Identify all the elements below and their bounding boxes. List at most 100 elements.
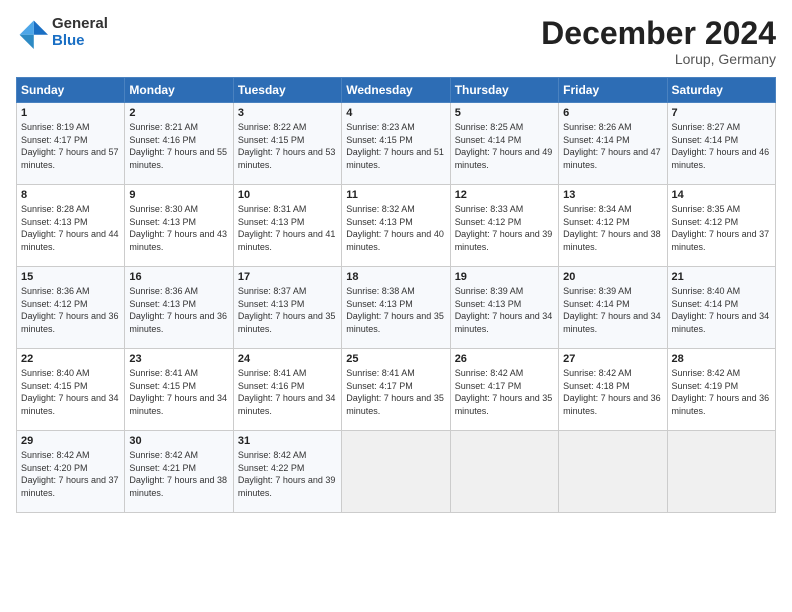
cell-info: Sunrise: 8:30 AMSunset: 4:13 PMDaylight:…: [129, 204, 227, 252]
calendar-cell: 29 Sunrise: 8:42 AMSunset: 4:20 PMDaylig…: [17, 431, 125, 513]
cell-info: Sunrise: 8:26 AMSunset: 4:14 PMDaylight:…: [563, 122, 661, 170]
title-block: December 2024 Lorup, Germany: [541, 16, 776, 67]
calendar-cell: 4 Sunrise: 8:23 AMSunset: 4:15 PMDayligh…: [342, 103, 450, 185]
day-number: 24: [238, 353, 337, 365]
cell-info: Sunrise: 8:39 AMSunset: 4:14 PMDaylight:…: [563, 286, 661, 334]
day-number: 25: [346, 353, 445, 365]
calendar-cell: [450, 431, 558, 513]
calendar-cell: 2 Sunrise: 8:21 AMSunset: 4:16 PMDayligh…: [125, 103, 233, 185]
day-number: 30: [129, 435, 228, 447]
col-sunday: Sunday: [17, 78, 125, 103]
calendar-cell: 24 Sunrise: 8:41 AMSunset: 4:16 PMDaylig…: [233, 349, 341, 431]
cell-info: Sunrise: 8:35 AMSunset: 4:12 PMDaylight:…: [672, 204, 770, 252]
cell-info: Sunrise: 8:41 AMSunset: 4:17 PMDaylight:…: [346, 368, 444, 416]
col-thursday: Thursday: [450, 78, 558, 103]
cell-info: Sunrise: 8:41 AMSunset: 4:16 PMDaylight:…: [238, 368, 336, 416]
day-number: 28: [672, 353, 771, 365]
cell-info: Sunrise: 8:19 AMSunset: 4:17 PMDaylight:…: [21, 122, 119, 170]
calendar-cell: 5 Sunrise: 8:25 AMSunset: 4:14 PMDayligh…: [450, 103, 558, 185]
logo-blue-text: Blue: [52, 33, 108, 50]
cell-info: Sunrise: 8:41 AMSunset: 4:15 PMDaylight:…: [129, 368, 227, 416]
calendar-cell: 27 Sunrise: 8:42 AMSunset: 4:18 PMDaylig…: [559, 349, 667, 431]
day-number: 20: [563, 271, 662, 283]
cell-info: Sunrise: 8:39 AMSunset: 4:13 PMDaylight:…: [455, 286, 553, 334]
day-number: 1: [21, 107, 120, 119]
calendar-body: 1 Sunrise: 8:19 AMSunset: 4:17 PMDayligh…: [17, 103, 776, 513]
col-wednesday: Wednesday: [342, 78, 450, 103]
col-friday: Friday: [559, 78, 667, 103]
calendar-cell: 13 Sunrise: 8:34 AMSunset: 4:12 PMDaylig…: [559, 185, 667, 267]
cell-info: Sunrise: 8:33 AMSunset: 4:12 PMDaylight:…: [455, 204, 553, 252]
day-number: 14: [672, 189, 771, 201]
day-number: 18: [346, 271, 445, 283]
calendar-cell: 20 Sunrise: 8:39 AMSunset: 4:14 PMDaylig…: [559, 267, 667, 349]
cell-info: Sunrise: 8:42 AMSunset: 4:22 PMDaylight:…: [238, 450, 336, 498]
month-title: December 2024: [541, 16, 776, 51]
cell-info: Sunrise: 8:21 AMSunset: 4:16 PMDaylight:…: [129, 122, 227, 170]
cell-info: Sunrise: 8:42 AMSunset: 4:20 PMDaylight:…: [21, 450, 119, 498]
calendar-cell: 11 Sunrise: 8:32 AMSunset: 4:13 PMDaylig…: [342, 185, 450, 267]
day-number: 21: [672, 271, 771, 283]
day-number: 3: [238, 107, 337, 119]
calendar-cell: 31 Sunrise: 8:42 AMSunset: 4:22 PMDaylig…: [233, 431, 341, 513]
cell-info: Sunrise: 8:28 AMSunset: 4:13 PMDaylight:…: [21, 204, 119, 252]
calendar-cell: 8 Sunrise: 8:28 AMSunset: 4:13 PMDayligh…: [17, 185, 125, 267]
col-monday: Monday: [125, 78, 233, 103]
day-number: 8: [21, 189, 120, 201]
page: General Blue December 2024 Lorup, German…: [0, 0, 792, 612]
calendar-cell: 1 Sunrise: 8:19 AMSunset: 4:17 PMDayligh…: [17, 103, 125, 185]
week-row-1: 1 Sunrise: 8:19 AMSunset: 4:17 PMDayligh…: [17, 103, 776, 185]
cell-info: Sunrise: 8:23 AMSunset: 4:15 PMDaylight:…: [346, 122, 444, 170]
calendar-cell: 23 Sunrise: 8:41 AMSunset: 4:15 PMDaylig…: [125, 349, 233, 431]
cell-info: Sunrise: 8:40 AMSunset: 4:14 PMDaylight:…: [672, 286, 770, 334]
cell-info: Sunrise: 8:34 AMSunset: 4:12 PMDaylight:…: [563, 204, 661, 252]
day-number: 16: [129, 271, 228, 283]
logo: General Blue: [16, 16, 108, 49]
calendar-header: Sunday Monday Tuesday Wednesday Thursday…: [17, 78, 776, 103]
calendar-cell: 16 Sunrise: 8:36 AMSunset: 4:13 PMDaylig…: [125, 267, 233, 349]
logo-text: General Blue: [52, 16, 108, 49]
cell-info: Sunrise: 8:37 AMSunset: 4:13 PMDaylight:…: [238, 286, 336, 334]
cell-info: Sunrise: 8:31 AMSunset: 4:13 PMDaylight:…: [238, 204, 336, 252]
calendar-cell: 28 Sunrise: 8:42 AMSunset: 4:19 PMDaylig…: [667, 349, 775, 431]
day-number: 26: [455, 353, 554, 365]
day-number: 23: [129, 353, 228, 365]
col-tuesday: Tuesday: [233, 78, 341, 103]
calendar-cell: 15 Sunrise: 8:36 AMSunset: 4:12 PMDaylig…: [17, 267, 125, 349]
col-saturday: Saturday: [667, 78, 775, 103]
cell-info: Sunrise: 8:36 AMSunset: 4:12 PMDaylight:…: [21, 286, 119, 334]
calendar-cell: 30 Sunrise: 8:42 AMSunset: 4:21 PMDaylig…: [125, 431, 233, 513]
calendar-cell: 9 Sunrise: 8:30 AMSunset: 4:13 PMDayligh…: [125, 185, 233, 267]
calendar-cell: 12 Sunrise: 8:33 AMSunset: 4:12 PMDaylig…: [450, 185, 558, 267]
week-row-4: 22 Sunrise: 8:40 AMSunset: 4:15 PMDaylig…: [17, 349, 776, 431]
calendar-cell: 17 Sunrise: 8:37 AMSunset: 4:13 PMDaylig…: [233, 267, 341, 349]
week-row-2: 8 Sunrise: 8:28 AMSunset: 4:13 PMDayligh…: [17, 185, 776, 267]
day-number: 11: [346, 189, 445, 201]
day-number: 31: [238, 435, 337, 447]
header-row: Sunday Monday Tuesday Wednesday Thursday…: [17, 78, 776, 103]
calendar-cell: 22 Sunrise: 8:40 AMSunset: 4:15 PMDaylig…: [17, 349, 125, 431]
calendar-cell: [342, 431, 450, 513]
calendar-cell: [667, 431, 775, 513]
logo-icon: [16, 17, 48, 49]
day-number: 5: [455, 107, 554, 119]
cell-info: Sunrise: 8:36 AMSunset: 4:13 PMDaylight:…: [129, 286, 227, 334]
calendar-cell: 21 Sunrise: 8:40 AMSunset: 4:14 PMDaylig…: [667, 267, 775, 349]
day-number: 4: [346, 107, 445, 119]
cell-info: Sunrise: 8:27 AMSunset: 4:14 PMDaylight:…: [672, 122, 770, 170]
calendar-cell: 3 Sunrise: 8:22 AMSunset: 4:15 PMDayligh…: [233, 103, 341, 185]
cell-info: Sunrise: 8:42 AMSunset: 4:18 PMDaylight:…: [563, 368, 661, 416]
day-number: 6: [563, 107, 662, 119]
week-row-5: 29 Sunrise: 8:42 AMSunset: 4:20 PMDaylig…: [17, 431, 776, 513]
day-number: 29: [21, 435, 120, 447]
day-number: 10: [238, 189, 337, 201]
day-number: 27: [563, 353, 662, 365]
location: Lorup, Germany: [541, 51, 776, 67]
cell-info: Sunrise: 8:42 AMSunset: 4:19 PMDaylight:…: [672, 368, 770, 416]
day-number: 22: [21, 353, 120, 365]
day-number: 17: [238, 271, 337, 283]
cell-info: Sunrise: 8:25 AMSunset: 4:14 PMDaylight:…: [455, 122, 553, 170]
day-number: 7: [672, 107, 771, 119]
day-number: 12: [455, 189, 554, 201]
cell-info: Sunrise: 8:40 AMSunset: 4:15 PMDaylight:…: [21, 368, 119, 416]
